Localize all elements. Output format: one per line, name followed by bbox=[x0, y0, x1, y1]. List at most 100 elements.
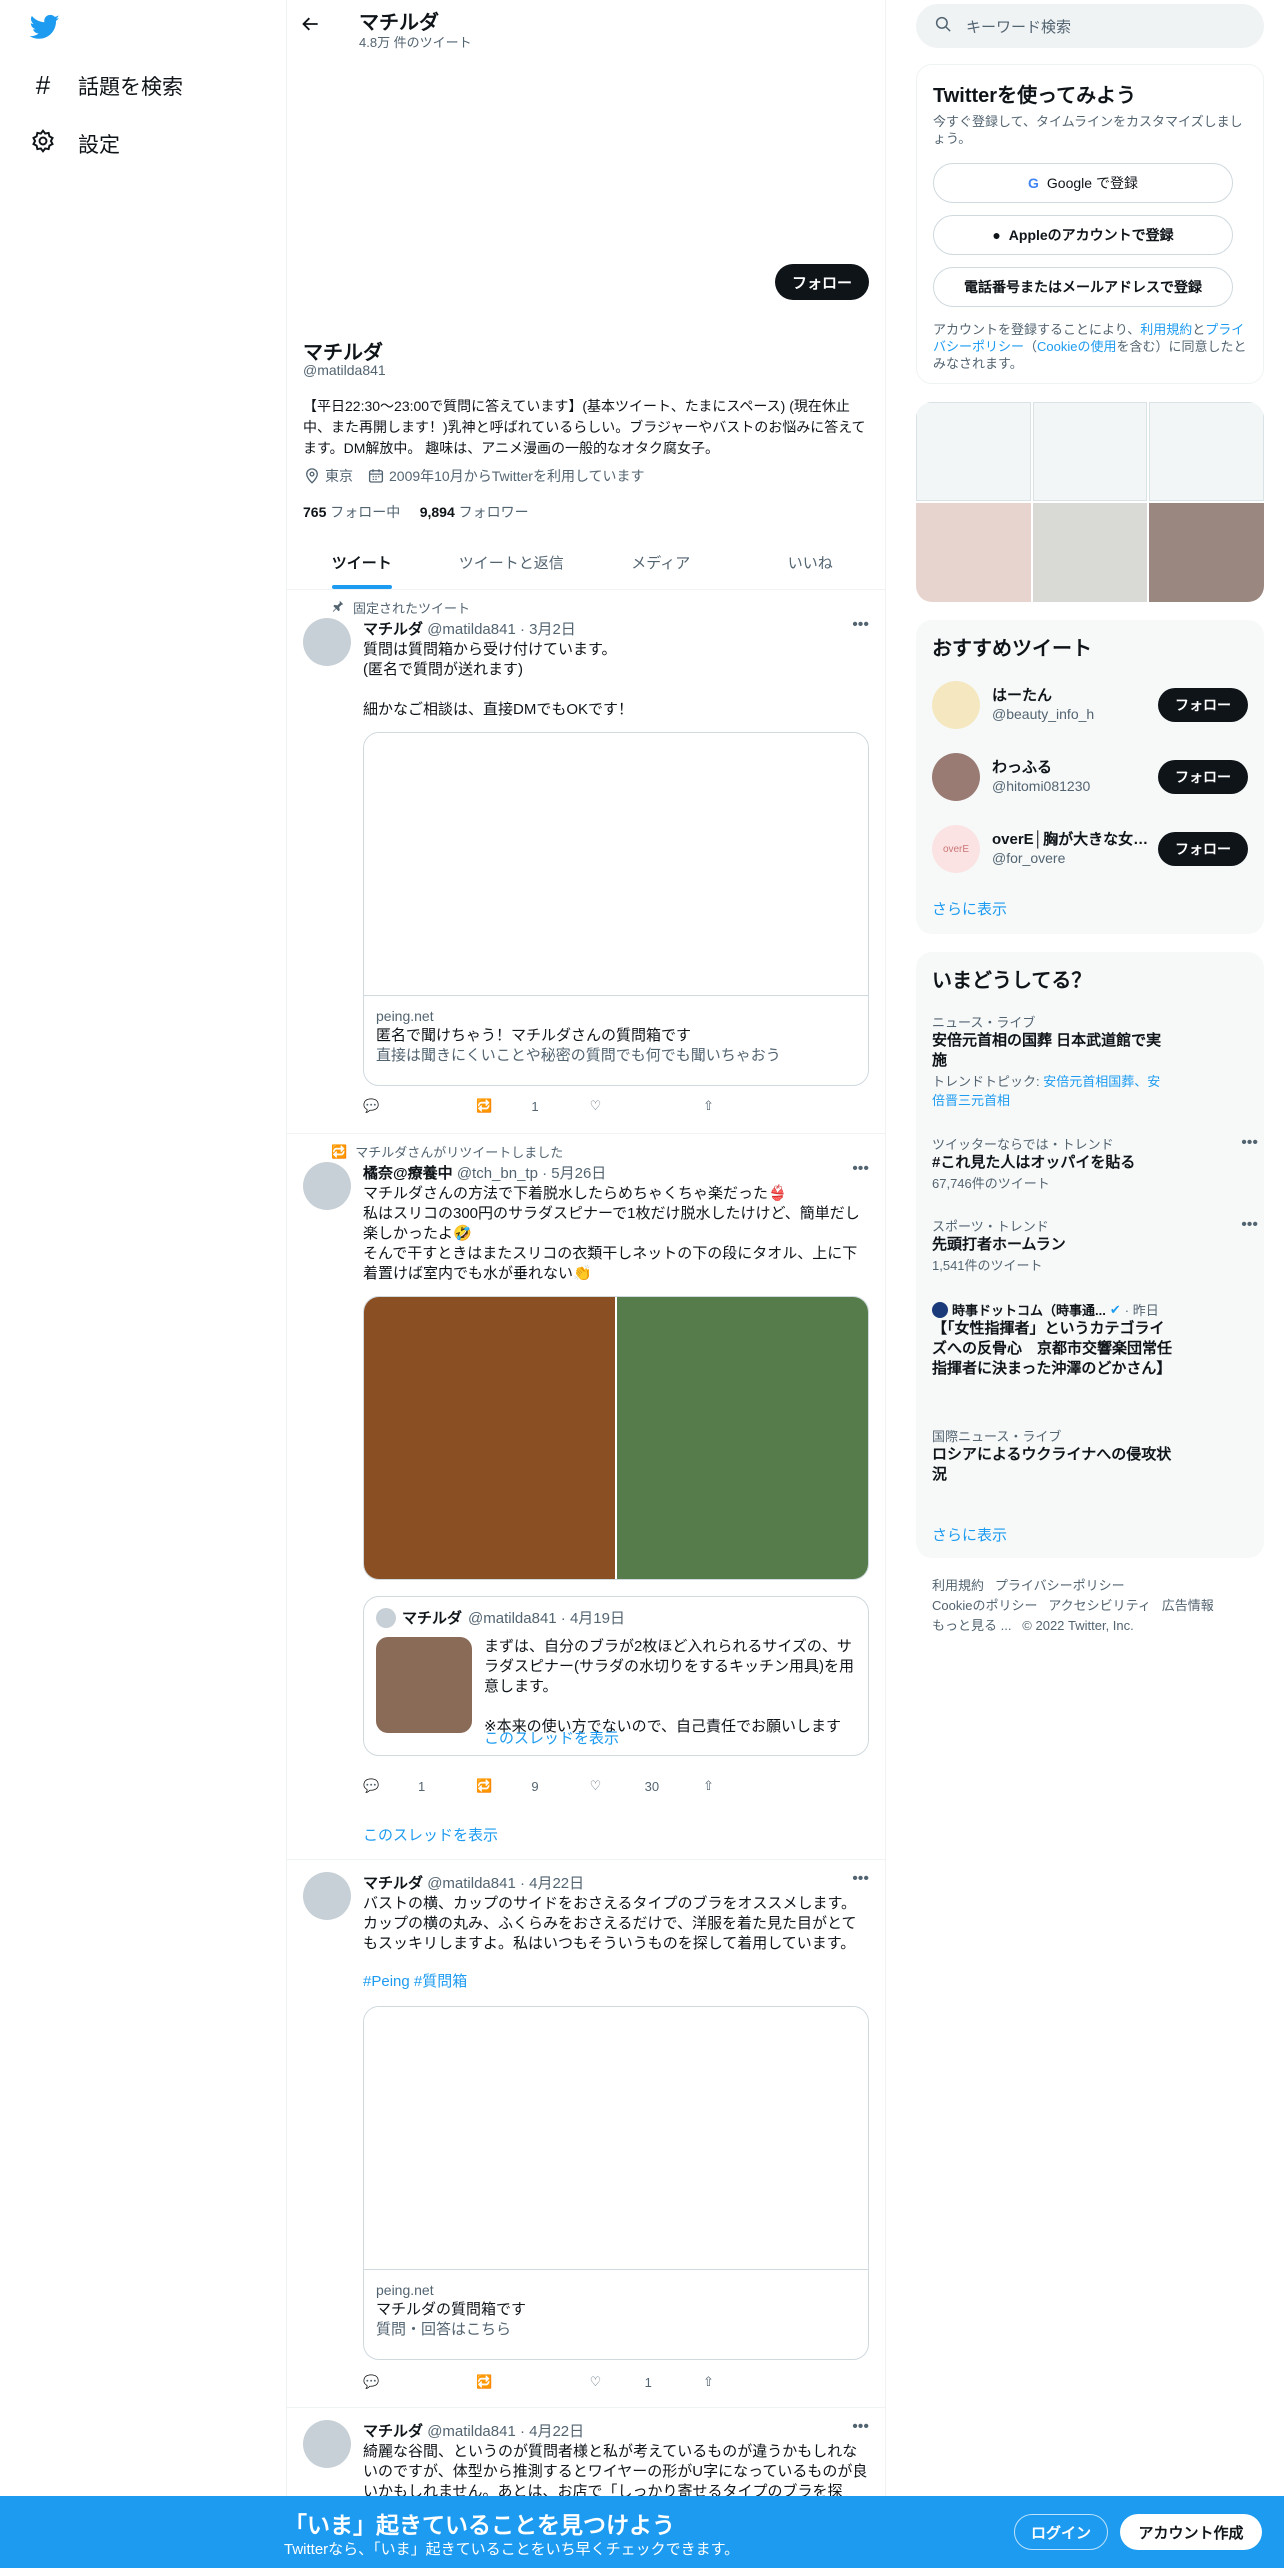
trend-item[interactable]: ツイッターならでは・トレンド #これ見た人はオッパイを貼る 67,746件のツイ… bbox=[932, 1134, 1258, 1192]
tweet-hashtags[interactable]: #Peing #質問箱 bbox=[363, 1972, 869, 1992]
like-button[interactable]: ♡ 1 bbox=[590, 2374, 690, 2390]
more-icon[interactable]: ••• bbox=[852, 1160, 869, 1178]
quoted-meta: @matilda841 · 4月19日 bbox=[468, 1610, 625, 1627]
tweet-author-name[interactable]: 橘奈@療養中 bbox=[363, 1165, 453, 1182]
recommended-user[interactable]: わっふる @hitomi081230 フォロー bbox=[932, 750, 1248, 804]
like-button[interactable]: ♡ 30 bbox=[590, 1778, 690, 1794]
retweet-button[interactable]: 🔁 bbox=[476, 2374, 576, 2390]
following-count: 765 bbox=[303, 504, 327, 520]
avatar[interactable] bbox=[303, 1162, 351, 1210]
retweet-button[interactable]: 🔁 9 bbox=[476, 1778, 576, 1794]
reply-button[interactable]: 💬 1 bbox=[363, 1778, 463, 1794]
search-bar[interactable]: キーワード検索 bbox=[916, 4, 1264, 48]
trend-item[interactable]: 国際ニュース・ライブ ロシアによるウクライナへの侵攻状況 bbox=[932, 1426, 1248, 1485]
media-image[interactable] bbox=[364, 1297, 615, 1579]
more-icon[interactable]: ••• bbox=[1241, 1216, 1258, 1234]
quoted-show-thread-link[interactable]: このスレッドを表示 bbox=[484, 1727, 619, 1748]
media-thumbnail[interactable] bbox=[1149, 402, 1264, 501]
footer-links: 利用規約 プライバシーポリシー Cookieのポリシー アクセシビリティ 広告情… bbox=[932, 1576, 1252, 1636]
like-count: 1 bbox=[644, 2374, 652, 2390]
share-button[interactable]: ⇧ bbox=[703, 2374, 803, 2390]
profile-location-text: 東京 bbox=[325, 468, 353, 484]
like-button[interactable]: ♡ bbox=[590, 1098, 690, 1114]
media-thumbnail[interactable] bbox=[916, 402, 1031, 501]
search-input[interactable]: キーワード検索 bbox=[966, 16, 1071, 37]
more-icon[interactable]: ••• bbox=[1241, 1134, 1258, 1152]
trends-show-more[interactable]: さらに表示 bbox=[932, 1524, 1007, 1545]
cookie-link[interactable]: Cookieの使用 bbox=[1037, 339, 1116, 354]
tab-media[interactable]: メディア bbox=[586, 536, 736, 589]
profile-name: マチルダ bbox=[303, 342, 383, 364]
quoted-tweet[interactable]: マチルダ @matilda841 · 4月19日 まずは、自分のブラが2枚ほど入… bbox=[363, 1596, 869, 1756]
more-icon[interactable]: ••• bbox=[852, 2418, 869, 2436]
login-button[interactable]: ログイン bbox=[1014, 2514, 1108, 2550]
media-image[interactable] bbox=[617, 1297, 868, 1579]
media-thumbnail[interactable] bbox=[1149, 503, 1264, 602]
nav-settings[interactable]: 設定 bbox=[30, 128, 120, 160]
profile-follow-button[interactable]: フォロー bbox=[775, 264, 869, 300]
nav-explore[interactable]: # 話題を検索 bbox=[30, 70, 183, 101]
tab-likes[interactable]: いいね bbox=[736, 536, 886, 589]
followers-link[interactable]: 9,894 フォロワー bbox=[420, 504, 529, 520]
link-card[interactable]: peing.net マチルダの質問箱です 質問・回答はこちら bbox=[363, 2006, 869, 2360]
link-card-image bbox=[364, 733, 868, 996]
show-thread-link[interactable]: このスレッドを表示 bbox=[363, 1824, 498, 1845]
avatar[interactable] bbox=[303, 618, 351, 666]
link-card[interactable]: peing.net 匿名で聞けちゃう！マチルダさんの質問箱です 直接は聞きにくい… bbox=[363, 732, 869, 1086]
reply-button[interactable]: 💬 bbox=[363, 2374, 463, 2390]
calendar-icon bbox=[367, 467, 385, 485]
google-signup-button[interactable]: G Google で登録 bbox=[933, 163, 1233, 203]
tweet-media[interactable] bbox=[363, 1296, 869, 1580]
footer-link[interactable]: Cookieのポリシー bbox=[932, 1598, 1037, 1613]
footer-link[interactable]: 利用規約 bbox=[932, 1578, 984, 1593]
reply-button[interactable]: 💬 bbox=[363, 1098, 463, 1114]
phone-email-signup-button[interactable]: 電話番号またはメールアドレスで登録 bbox=[933, 267, 1233, 307]
more-icon[interactable]: ••• bbox=[852, 1870, 869, 1888]
followers-label: フォロワー bbox=[458, 504, 529, 520]
trend-item[interactable]: ニュース・ライブ 安倍元首相の国葬 日本武道館で実施 トレンドトピック: 安倍元… bbox=[932, 1012, 1248, 1109]
share-button[interactable]: ⇧ bbox=[703, 1778, 803, 1794]
link-card-image bbox=[364, 2007, 868, 2270]
more-icon[interactable]: ••• bbox=[852, 616, 869, 634]
retweet-button[interactable]: 🔁 1 bbox=[476, 1098, 576, 1114]
tweet-context: 固定されたツイート bbox=[331, 598, 470, 617]
recommended-user[interactable]: overE overE│胸が大きな女性向け @for_overe フォロー bbox=[932, 822, 1248, 876]
tweet-author-name[interactable]: マチルダ bbox=[363, 621, 423, 638]
tweet[interactable]: マチルダ @matilda841 · 4月22日 ••• バストの横、カップのサ… bbox=[287, 1860, 885, 2408]
apple-signup-button[interactable]: ● Appleのアカウントで登録 bbox=[933, 215, 1233, 255]
terms-link[interactable]: 利用規約 bbox=[1140, 322, 1192, 337]
media-thumbnail[interactable] bbox=[1032, 402, 1148, 501]
footer-more-link[interactable]: もっと見る ... bbox=[932, 1618, 1011, 1633]
tab-tweets[interactable]: ツイート bbox=[287, 536, 437, 589]
follow-button[interactable]: フォロー bbox=[1158, 760, 1248, 794]
tweet-retweeted[interactable]: 🔁 マチルダさんがリツイートしました 橘奈@療養中 @tch_bn_tp · 5… bbox=[287, 1134, 885, 1860]
footer-link[interactable]: プライバシーポリシー bbox=[995, 1578, 1125, 1593]
trends-box: いまどうしてる？ ニュース・ライブ 安倍元首相の国葬 日本武道館で実施 トレンド… bbox=[916, 952, 1264, 1558]
media-thumbnail[interactable] bbox=[1032, 503, 1148, 602]
media-thumbnail[interactable] bbox=[916, 503, 1031, 602]
recommended-user-name: overE│胸が大きな女性向け bbox=[992, 831, 1152, 848]
footer-link[interactable]: 広告情報 bbox=[1162, 1598, 1214, 1613]
quoted-text: まずは、自分のブラが2枚ほど入れられるサイズの、サラダスピナー(サラダの水切りを… bbox=[484, 1638, 854, 1735]
tweet-author-name[interactable]: マチルダ bbox=[363, 2423, 423, 2440]
tab-tweets-and-replies[interactable]: ツイートと返信 bbox=[437, 536, 587, 589]
recommended-user[interactable]: はーたん @beauty_info_h フォロー bbox=[932, 678, 1248, 732]
trend-item[interactable]: 時事ドットコム（時事通... ✔ · 昨日 【「女性指揮者」というカテゴライズへ… bbox=[932, 1300, 1248, 1379]
avatar[interactable] bbox=[303, 2420, 351, 2468]
footer-link[interactable]: アクセシビリティ bbox=[1048, 1598, 1151, 1613]
follow-button[interactable]: フォロー bbox=[1158, 832, 1248, 866]
header-title: マチルダ bbox=[359, 12, 439, 34]
avatar[interactable] bbox=[303, 1872, 351, 1920]
follow-button[interactable]: フォロー bbox=[1158, 688, 1248, 722]
trend-item[interactable]: スポーツ・トレンド 先頭打者ホームラン 1,541件のツイート ••• bbox=[932, 1216, 1258, 1274]
retweet-icon: 🔁 bbox=[476, 1098, 493, 1113]
tweet-author-name[interactable]: マチルダ bbox=[363, 1875, 423, 1892]
share-button[interactable]: ⇧ bbox=[703, 1098, 803, 1114]
create-account-button[interactable]: アカウント作成 bbox=[1120, 2514, 1262, 2550]
tweet-pinned[interactable]: 固定されたツイート マチルダ @matilda841 · 3月2日 ••• 質問… bbox=[287, 590, 885, 1134]
back-arrow-icon[interactable] bbox=[301, 14, 321, 40]
twitter-logo-icon[interactable] bbox=[29, 12, 66, 48]
trend-context: ニュース・ライブ bbox=[932, 1015, 1036, 1030]
recommended-show-more[interactable]: さらに表示 bbox=[932, 898, 1007, 919]
following-link[interactable]: 765 フォロー中 bbox=[303, 504, 400, 520]
